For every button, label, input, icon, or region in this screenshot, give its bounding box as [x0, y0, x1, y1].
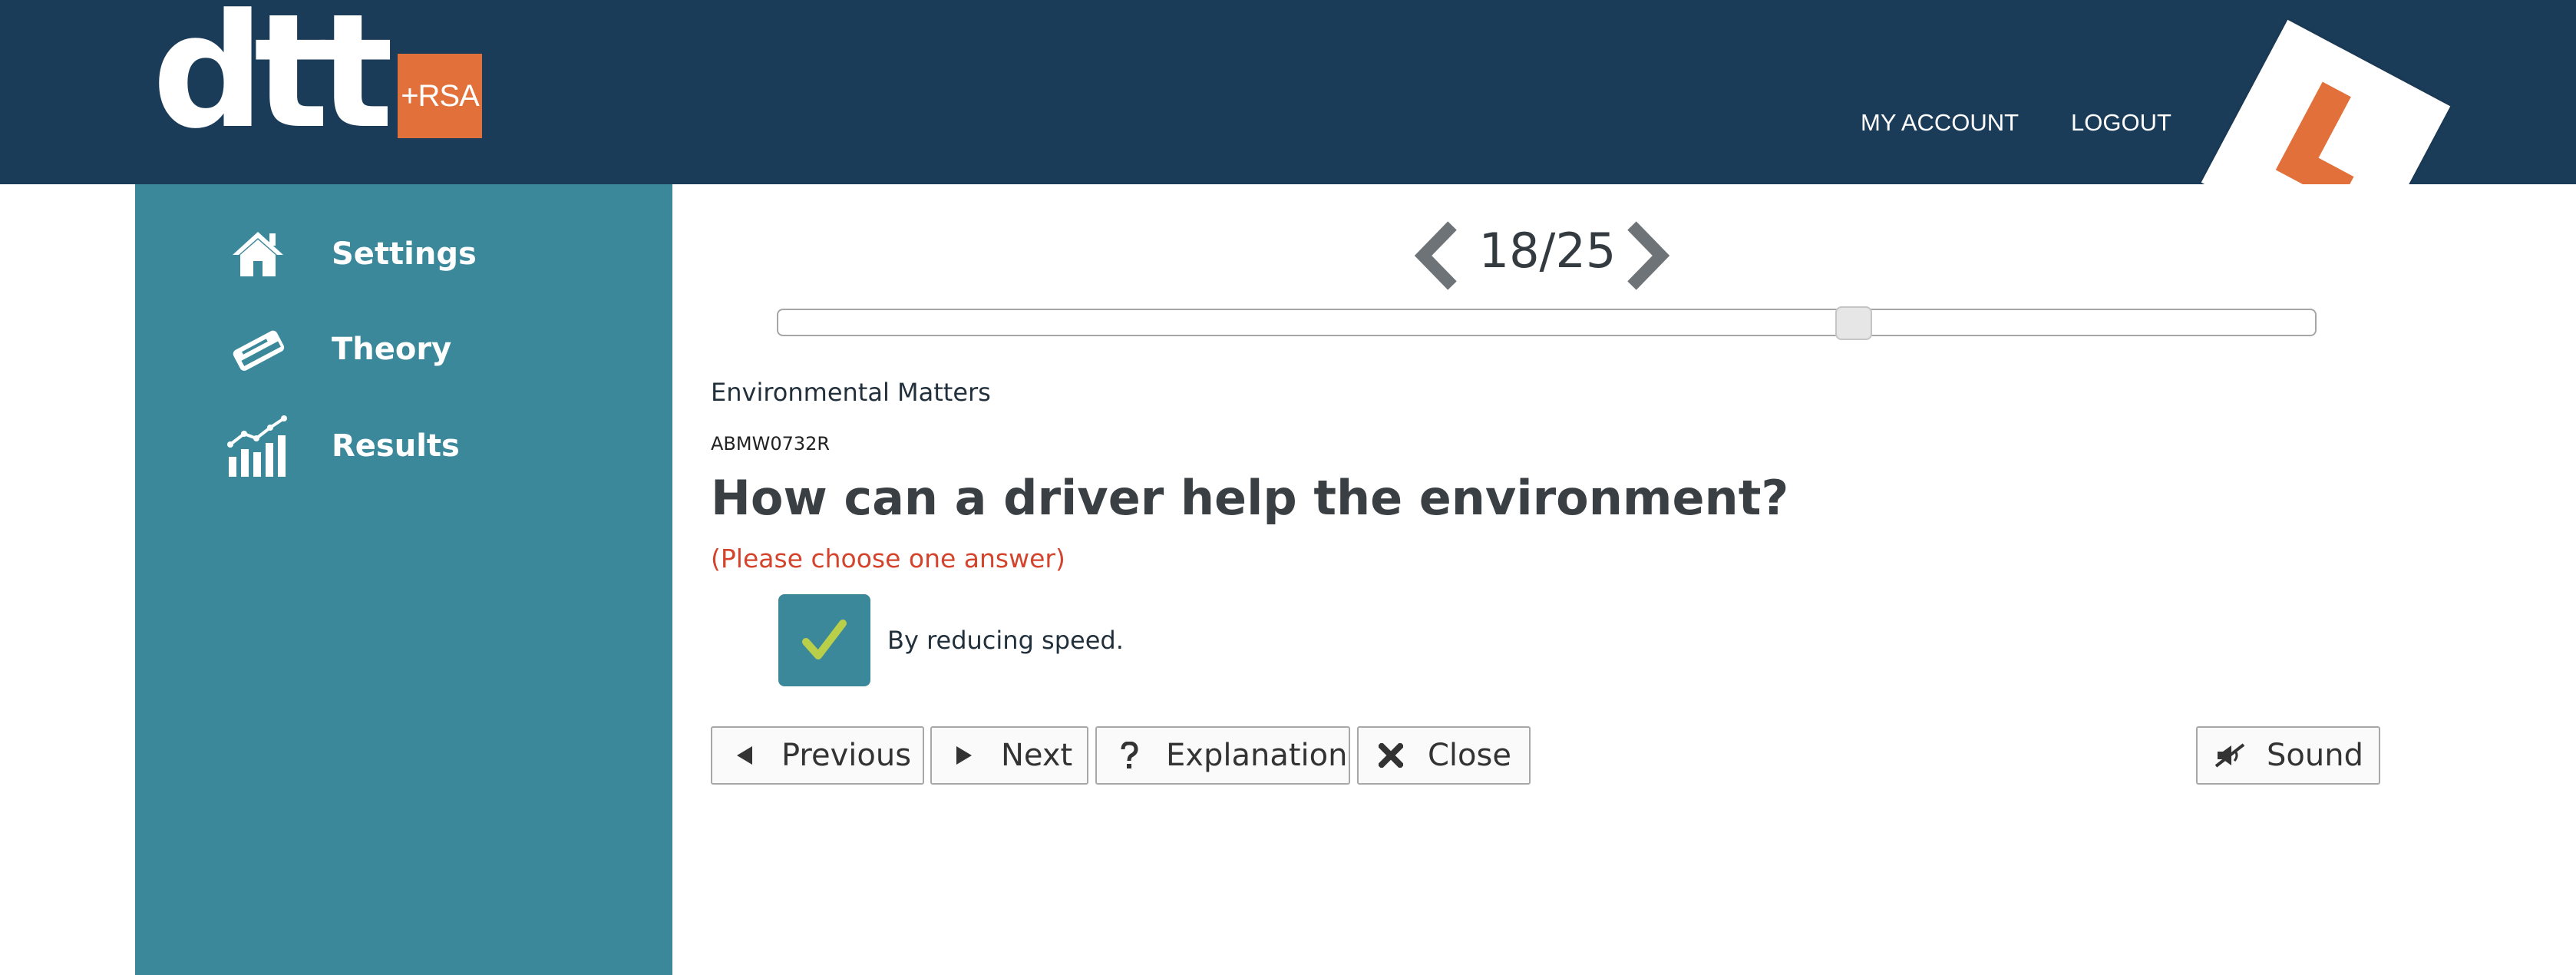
chevron-right-icon	[1627, 221, 1670, 290]
answer-checkbox[interactable]	[778, 594, 870, 686]
question-counter: 18/25	[1478, 223, 1617, 279]
sidebar-item-results[interactable]: Results	[226, 411, 625, 481]
explanation-button-label: Explanation	[1166, 738, 1348, 773]
close-button-label: Close	[1428, 738, 1511, 773]
logout-link[interactable]: LOGOUT	[2071, 109, 2171, 137]
my-account-link[interactable]: MY ACCOUNT	[1861, 109, 2019, 137]
previous-button-label: Previous	[781, 738, 912, 773]
sound-muted-icon	[2214, 740, 2245, 771]
question-mark-icon	[1114, 740, 1144, 771]
home-icon	[226, 222, 290, 286]
sidebar-item-label: Theory	[332, 332, 452, 367]
next-question-arrow[interactable]	[1624, 221, 1670, 290]
l-plate-icon	[2201, 19, 2451, 184]
explanation-button[interactable]: Explanation	[1095, 726, 1350, 785]
book-icon	[226, 317, 290, 382]
next-button[interactable]: Next	[930, 726, 1088, 785]
rsa-logo-badge: +RSA	[398, 54, 482, 138]
slider-handle[interactable]	[1835, 306, 1872, 340]
sidebar-item-theory[interactable]: Theory	[226, 315, 625, 384]
question-text: How can a driver help the environment?	[711, 470, 1789, 526]
answer-instruction: (Please choose one answer)	[711, 544, 1065, 573]
checkmark-icon	[802, 620, 847, 659]
question-category: Environmental Matters	[711, 378, 991, 407]
chart-icon	[226, 414, 290, 478]
previous-button[interactable]: Previous	[711, 726, 924, 785]
sound-button[interactable]: Sound	[2196, 726, 2380, 785]
sidebar-item-label: Settings	[332, 236, 477, 272]
top-header: dtt +RSA MY ACCOUNT LOGOUT	[0, 0, 2576, 184]
sound-button-label: Sound	[2267, 738, 2363, 773]
close-icon	[1376, 740, 1406, 771]
triangle-left-icon	[729, 740, 760, 771]
sidebar-item-label: Results	[332, 428, 460, 464]
previous-question-arrow[interactable]	[1414, 221, 1460, 290]
answer-label: By reducing speed.	[887, 626, 1124, 655]
question-slider[interactable]	[777, 306, 2317, 340]
sidebar: Settings Theory Results	[135, 184, 672, 975]
triangle-right-icon	[949, 740, 979, 771]
dtt-logo[interactable]: dtt	[152, 0, 394, 151]
question-panel: 18/25 Environmental Matters ABMW0732R Ho…	[672, 184, 2576, 975]
chevron-left-icon	[1414, 221, 1457, 290]
close-button[interactable]: Close	[1357, 726, 1531, 785]
answer-option[interactable]: By reducing speed.	[778, 594, 1124, 686]
next-button-label: Next	[1001, 738, 1073, 773]
sidebar-item-settings[interactable]: Settings	[226, 220, 625, 289]
question-code: ABMW0732R	[711, 433, 831, 454]
